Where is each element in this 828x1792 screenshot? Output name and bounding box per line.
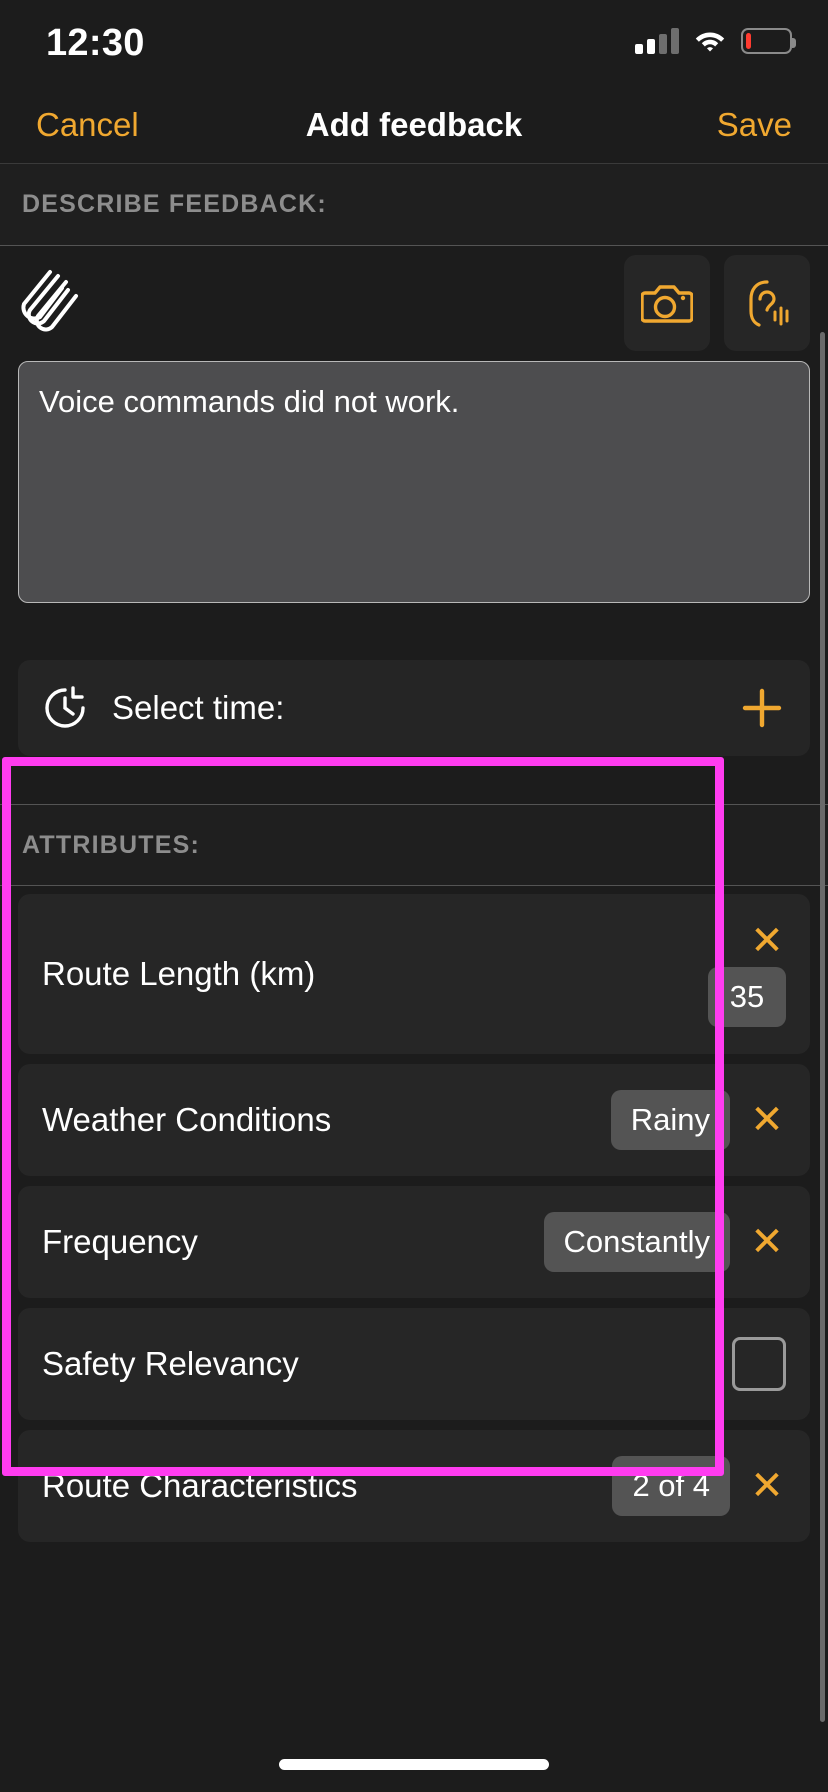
- attribute-row-route-characteristics[interactable]: Route Characteristics 2 of 4 ✕: [18, 1430, 810, 1542]
- attribute-controls: Rainy ✕: [610, 1090, 786, 1150]
- navigation-bar: Cancel Add feedback Save: [0, 86, 828, 164]
- status-bar-clock: 12:30: [46, 22, 145, 64]
- wifi-icon: [695, 32, 725, 52]
- paperclip-icon[interactable]: [18, 268, 82, 340]
- attribute-value-chip[interactable]: Rainy: [610, 1090, 730, 1150]
- attribute-value-chip[interactable]: 2 of 4: [612, 1456, 730, 1516]
- camera-button[interactable]: [624, 255, 710, 351]
- safety-relevancy-checkbox[interactable]: [732, 1337, 786, 1391]
- attribute-value-chip[interactable]: 35: [708, 967, 786, 1027]
- attachment-row: [0, 246, 828, 361]
- select-time-wrap: Select time:: [0, 608, 828, 756]
- select-time-label: Select time:: [112, 689, 285, 726]
- close-icon[interactable]: ✕: [748, 921, 786, 961]
- attribute-row-weather-conditions[interactable]: Weather Conditions Rainy ✕: [18, 1064, 810, 1176]
- close-icon[interactable]: ✕: [748, 1100, 786, 1140]
- attribute-label: Frequency: [42, 1223, 198, 1260]
- clock-restore-icon: [45, 686, 85, 728]
- attribute-value-chip[interactable]: Constantly: [543, 1212, 730, 1272]
- status-bar-indicators: [635, 28, 796, 54]
- attribute-controls: Constantly ✕: [543, 1212, 786, 1272]
- media-buttons: [624, 255, 810, 351]
- audio-record-button[interactable]: [724, 255, 810, 351]
- attribute-label: Safety Relevancy: [42, 1345, 299, 1382]
- ear-sound-icon: [749, 280, 789, 327]
- attribute-row-safety-relevancy[interactable]: Safety Relevancy: [18, 1308, 810, 1420]
- battery-low-icon: [741, 28, 796, 54]
- feedback-description-input[interactable]: [18, 361, 810, 603]
- attribute-label: Route Length (km): [42, 955, 316, 992]
- home-indicator: [279, 1759, 549, 1770]
- attributes-list: Route Length (km) ✕ 35 Weather Condition…: [0, 886, 828, 1542]
- save-button[interactable]: Save: [717, 106, 792, 144]
- attribute-controls: 2 of 4 ✕: [612, 1456, 786, 1516]
- attributes-header: ATTRIBUTES:: [0, 804, 828, 886]
- status-bar: 12:30: [0, 0, 828, 86]
- form-scroll-container[interactable]: DESCRIBE FEEDBACK: Voice commands did no…: [0, 164, 828, 1744]
- vertical-scrollbar[interactable]: [820, 332, 825, 1722]
- attribute-controls: [732, 1337, 786, 1391]
- describe-feedback-header: DESCRIBE FEEDBACK:: [0, 164, 828, 246]
- attribute-controls: ✕ 35: [708, 921, 786, 1027]
- camera-icon: [641, 285, 693, 323]
- plus-icon[interactable]: [738, 684, 786, 732]
- close-icon[interactable]: ✕: [748, 1222, 786, 1262]
- feedback-textarea-wrap: [0, 361, 828, 608]
- attributes-section: ATTRIBUTES: Route Length (km) ✕ 35 Weath…: [0, 804, 828, 1542]
- cellular-signal-icon: [635, 28, 679, 54]
- attribute-row-frequency[interactable]: Frequency Constantly ✕: [18, 1186, 810, 1298]
- cancel-button[interactable]: Cancel: [36, 106, 139, 144]
- attribute-label: Weather Conditions: [42, 1101, 332, 1138]
- select-time-row[interactable]: Select time:: [18, 660, 810, 756]
- attribute-row-route-length[interactable]: Route Length (km) ✕ 35: [18, 894, 810, 1054]
- close-icon[interactable]: ✕: [748, 1466, 786, 1506]
- attribute-label: Route Characteristics: [42, 1467, 358, 1504]
- app-screen: 12:30 Cancel Add feedback Save DESCRIBE …: [0, 0, 828, 1792]
